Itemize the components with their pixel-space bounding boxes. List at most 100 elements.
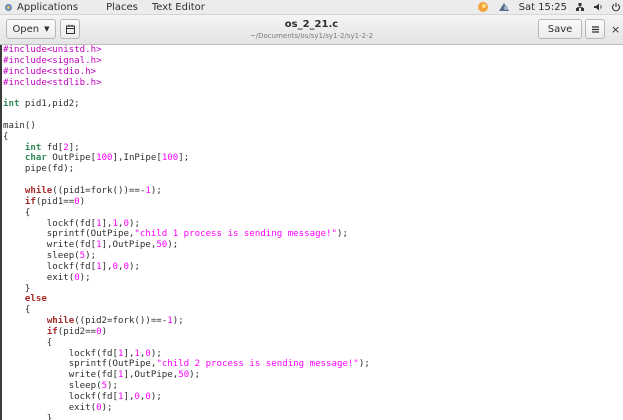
new-document-button[interactable] [60, 19, 80, 39]
top-bar: Applications Places Text Editor Sat 15:2… [0, 0, 623, 15]
code-token: ); [79, 272, 91, 283]
code-token: ); [150, 348, 162, 359]
code-token: 50 [178, 370, 190, 381]
code-view[interactable]: #include<unistd.h> #include<signal.h> #inc… [2, 45, 623, 420]
code-token: ],InPipe[ [112, 153, 162, 164]
editor-area[interactable]: #include<unistd.h> #include<signal.h> #inc… [0, 45, 623, 420]
code-token: while [46, 316, 75, 327]
code-line: #include<stdio.h> [3, 67, 623, 78]
code-token: ); [336, 229, 348, 240]
new-document-icon [65, 24, 75, 34]
code-line: #include<stdlib.h> [3, 78, 623, 89]
code-line: lockf(fd[1],1,0); [3, 349, 623, 360]
code-token: { [3, 207, 31, 218]
code-token: ], [123, 392, 135, 402]
code-token: { [3, 131, 9, 142]
code-token: else [24, 294, 47, 305]
code-token: ); [150, 392, 162, 402]
close-icon[interactable]: × [611, 23, 620, 36]
code-line: ​ [3, 88, 623, 99]
save-button[interactable]: Save [538, 19, 582, 39]
code-line: #include<unistd.h> [3, 45, 623, 56]
code-token: "child 1 process is sending message!" [134, 229, 337, 240]
code-token: lockf(fd[ [3, 218, 97, 229]
code-token: ], [101, 261, 113, 272]
code-token: ); [167, 240, 179, 251]
code-token: ); [150, 185, 162, 196]
document-path: ~/Documents/os/sy1/sy1-2/sy1-2-2 [249, 32, 374, 40]
applications-menu[interactable]: Applications [4, 2, 92, 13]
network-icon[interactable] [575, 2, 585, 12]
code-line: else [3, 294, 623, 305]
code-token: 100 [161, 153, 179, 164]
code-line: int pid1,pid2; [3, 99, 623, 110]
accessibility-icon[interactable] [497, 1, 511, 13]
code-token: ]; [68, 142, 80, 153]
header-bar: Open ▼ os_2_21.c ~/Documents/os/sy1/sy1-… [0, 15, 623, 45]
code-token: while [24, 185, 53, 196]
places-menu[interactable]: Places [106, 2, 138, 13]
code-line: lockf(fd[1],0,0); [3, 392, 623, 403]
applications-label: Applications [17, 1, 79, 13]
code-token: sleep( [3, 251, 80, 262]
open-button[interactable]: Open ▼ [6, 19, 56, 39]
code-token: lockf(fd[ [3, 261, 97, 272]
code-token: exit( [3, 402, 97, 413]
code-token: fd[ [41, 142, 64, 153]
code-line: main() [3, 121, 623, 132]
menu-button[interactable] [585, 19, 605, 39]
code-line: write(fd[1],OutPipe,50); [3, 370, 623, 381]
code-token: ((pid2=fork())==- [74, 316, 168, 327]
code-token: write(fd[ [3, 240, 97, 251]
code-token: 50 [156, 240, 168, 251]
code-line: ​ [3, 110, 623, 121]
applications-icon [4, 3, 13, 11]
top-bar-right: Sat 15:25 [469, 0, 621, 14]
clock[interactable]: Sat 15:25 [519, 2, 567, 13]
code-token: { [3, 337, 53, 348]
code-line: } [3, 414, 623, 420]
code-token: { [3, 305, 31, 316]
code-line: { [3, 338, 623, 349]
code-token: ], [101, 218, 113, 229]
text-editor-menu[interactable]: Text Editor [152, 2, 205, 13]
volume-icon[interactable] [593, 2, 603, 12]
code-line: lockf(fd[1],0,0); [3, 262, 623, 273]
code-token: lockf(fd[ [3, 392, 118, 402]
code-token: char [24, 153, 47, 164]
code-token: #include<signal.h> [3, 55, 102, 66]
code-line: write(fd[1],OutPipe,50); [3, 240, 623, 251]
code-token: ) [101, 326, 108, 337]
code-token: pid1,pid2; [19, 99, 80, 110]
code-line: sprintf(OutPipe,"child 1 process is send… [3, 229, 623, 240]
code-token: ); [189, 370, 201, 381]
code-token: } [3, 413, 53, 420]
code-token: sleep( [3, 381, 102, 392]
code-token: int [24, 142, 42, 153]
top-bar-left: Applications Places Text Editor [4, 0, 219, 14]
code-line: lockf(fd[1],1,0); [3, 219, 623, 230]
code-token: ); [85, 251, 97, 262]
code-token: ); [358, 359, 370, 370]
code-line: sleep(5); [3, 381, 623, 392]
code-line: exit(0); [3, 403, 623, 414]
code-line: pipe(fd); [3, 164, 623, 175]
code-token: ) [79, 196, 86, 207]
code-token: ); [128, 261, 140, 272]
code-token: ],OutPipe, [123, 370, 179, 381]
code-token: write(fd[ [3, 370, 118, 381]
code-token: ); [128, 218, 140, 229]
code-line: { [3, 305, 623, 316]
weather-icon[interactable] [477, 1, 489, 13]
code-token: OutPipe[ [46, 153, 97, 164]
power-icon[interactable] [611, 2, 621, 12]
code-line: { [3, 132, 623, 143]
code-token: ],OutPipe, [101, 240, 157, 251]
